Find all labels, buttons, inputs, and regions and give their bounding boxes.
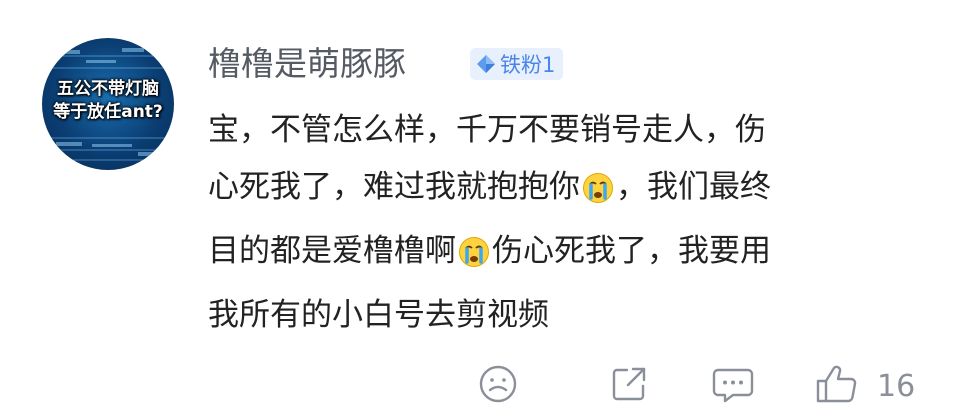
badge-label: 铁粉1 bbox=[500, 53, 556, 77]
fan-badge[interactable]: 铁粉1 bbox=[470, 48, 564, 80]
crying-face-emoji bbox=[458, 230, 490, 287]
avatar[interactable]: 五公不带灯脑 等于放任ant? bbox=[42, 38, 174, 170]
comment-line: 目的都是爱橹橹啊 伤心死我了，我要用 bbox=[208, 223, 923, 287]
comment-line: 宝，不管怎么样，千万不要销号走人，伤 bbox=[208, 112, 766, 148]
share-icon[interactable] bbox=[609, 364, 649, 408]
avatar-text-line1: 五公不带灯脑 bbox=[57, 79, 159, 99]
comment-line: 我所有的小白号去剪视频 bbox=[208, 297, 549, 333]
comment-text-segment: 伤心死我了，我要用 bbox=[492, 233, 771, 269]
comment-line: 心死我了，难过我就抱抱你 ，我们最终 bbox=[208, 159, 923, 223]
comment-text-segment: 目的都是爱橹橹啊 bbox=[208, 233, 456, 269]
sad-face-icon[interactable] bbox=[478, 364, 518, 408]
avatar-text-line2: 等于放任ant? bbox=[53, 102, 163, 122]
like-count: 16 bbox=[877, 369, 916, 404]
comment-text: 宝，不管怎么样，千万不要销号走人，伤 心死我了，难过我就抱抱你 ，我们最终 目的都… bbox=[208, 102, 923, 344]
diamond-icon bbox=[477, 55, 495, 73]
thumbs-up-icon[interactable] bbox=[815, 364, 859, 408]
comment-text-segment: ，我们最终 bbox=[616, 169, 771, 205]
username[interactable]: 橹橹是萌豚豚 bbox=[208, 42, 406, 86]
comment-text-segment: 心死我了，难过我就抱抱你 bbox=[208, 169, 580, 205]
action-bar: 16 bbox=[0, 364, 960, 408]
crying-face-emoji bbox=[582, 166, 614, 223]
comment-icon[interactable] bbox=[711, 364, 755, 408]
